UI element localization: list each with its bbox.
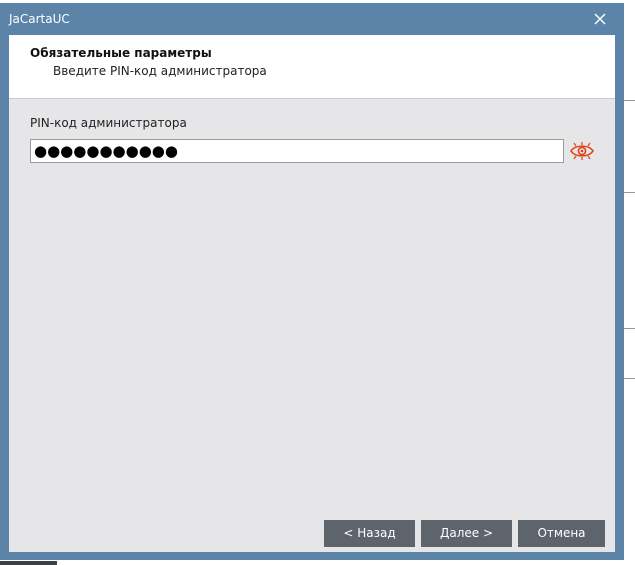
background-divider	[624, 100, 635, 101]
window-title: JaCartaUC	[9, 12, 70, 26]
wizard-content: PIN-код администратора < Назад Далее > О…	[9, 99, 615, 552]
background-panel	[0, 561, 57, 565]
background-divider	[624, 378, 635, 379]
header-subtitle: Введите PIN-код администратора	[53, 64, 267, 78]
title-bar[interactable]: JaCartaUC	[0, 3, 624, 35]
dialog-window: JaCartaUC Обязательные параметры Введите…	[0, 3, 624, 560]
next-button[interactable]: Далее >	[421, 520, 512, 547]
eye-icon[interactable]	[570, 142, 594, 160]
back-button[interactable]: < Назад	[324, 520, 415, 547]
wizard-header: Обязательные параметры Введите PIN-код а…	[9, 35, 615, 99]
pin-label: PIN-код администратора	[30, 116, 187, 130]
header-title: Обязательные параметры	[30, 46, 212, 60]
cancel-button[interactable]: Отмена	[518, 520, 605, 547]
background-divider	[624, 192, 635, 193]
close-icon[interactable]	[593, 12, 607, 26]
background-divider	[624, 328, 635, 329]
pin-input[interactable]	[30, 139, 564, 163]
